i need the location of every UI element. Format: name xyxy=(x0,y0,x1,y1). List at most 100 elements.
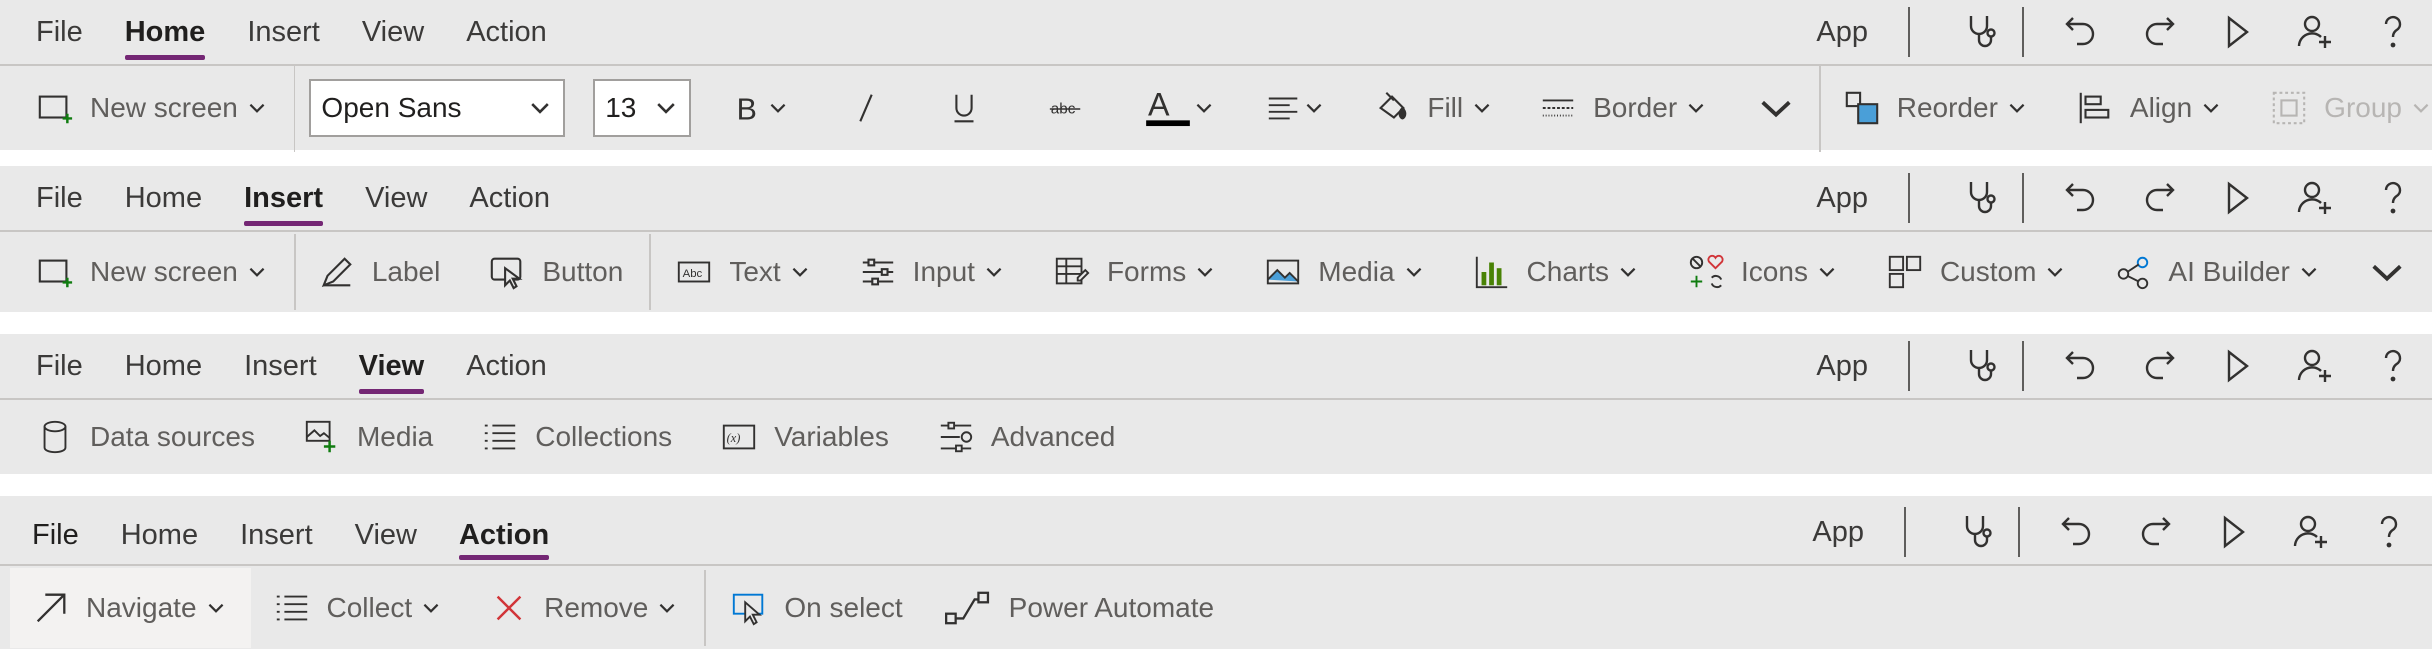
tab-action[interactable]: Action xyxy=(466,334,547,398)
insert-label-button[interactable]: Label xyxy=(318,240,440,304)
font-family-select[interactable]: Open Sans xyxy=(309,79,566,137)
app-button[interactable]: App xyxy=(1816,166,1898,230)
bold-button[interactable]: B xyxy=(729,76,789,140)
redo-button[interactable] xyxy=(2116,500,2194,564)
insert-charts-button[interactable]: Charts xyxy=(1473,240,1639,304)
insert-media-button[interactable]: Media xyxy=(1264,240,1424,304)
new-screen-button[interactable]: New screen xyxy=(0,76,294,140)
align-button[interactable]: Align xyxy=(2076,76,2222,140)
tab-home[interactable]: Home xyxy=(125,166,202,230)
help-icon xyxy=(2384,349,2402,382)
stethoscope-icon xyxy=(1969,16,1996,48)
tab-insert[interactable]: Insert xyxy=(244,334,317,398)
preview-button[interactable] xyxy=(2194,500,2272,564)
toolbar-separator xyxy=(1908,341,1910,391)
app-button[interactable]: App xyxy=(1812,500,1894,564)
paint-bucket-icon xyxy=(1379,92,1407,120)
insert-ai-builder-button[interactable]: AI Builder xyxy=(2114,240,2319,304)
variables-button[interactable]: (x) Variables xyxy=(720,405,889,469)
share-button[interactable] xyxy=(2276,334,2354,398)
collections-button[interactable]: Collections xyxy=(481,405,672,469)
tab-home[interactable]: Home xyxy=(125,334,202,398)
undo-button[interactable] xyxy=(2042,166,2120,230)
tab-view[interactable]: View xyxy=(365,166,427,230)
app-checker-button[interactable] xyxy=(1944,166,2022,230)
insert-icons-button[interactable]: Icons xyxy=(1687,240,1838,304)
tab-view[interactable]: View xyxy=(362,0,424,64)
insert-input-button[interactable]: Input xyxy=(859,240,1005,304)
tab-insert[interactable]: Insert xyxy=(244,166,323,230)
undo-button[interactable] xyxy=(2042,0,2120,64)
tab-file[interactable]: File xyxy=(36,334,83,398)
font-size-select[interactable]: 13 xyxy=(593,79,692,137)
font-color-button[interactable]: A xyxy=(1145,76,1215,140)
preview-button[interactable] xyxy=(2198,334,2276,398)
button-pointer-icon xyxy=(491,257,523,290)
help-button[interactable] xyxy=(2354,334,2432,398)
app-button[interactable]: App xyxy=(1816,334,1898,398)
navigate-label: Navigate xyxy=(86,591,197,623)
tab-file[interactable]: File xyxy=(32,496,79,564)
tab-action[interactable]: Action xyxy=(466,0,547,64)
app-checker-button[interactable] xyxy=(1944,334,2022,398)
more-commands-button[interactable] xyxy=(1757,76,1795,140)
italic-button[interactable] xyxy=(847,76,901,140)
redo-button[interactable] xyxy=(2120,0,2198,64)
app-checker-button[interactable] xyxy=(1940,500,2018,564)
remove-button[interactable]: Remove xyxy=(490,576,678,640)
redo-button[interactable] xyxy=(2120,166,2198,230)
view-media-button[interactable]: Media xyxy=(303,405,433,469)
tab-home[interactable]: Home xyxy=(121,496,198,564)
fill-button[interactable]: Fill xyxy=(1373,76,1493,140)
group-button[interactable]: Group xyxy=(2270,76,2432,140)
home-right-toolbar: App xyxy=(1816,0,2432,64)
align-left-icon xyxy=(1269,97,1298,120)
align-label: Align xyxy=(2129,92,2193,123)
share-button[interactable] xyxy=(2272,500,2350,564)
tab-action[interactable]: Action xyxy=(469,166,550,230)
insert-text-button[interactable]: Abc Text xyxy=(675,240,810,304)
toolbar-separator xyxy=(1904,507,1906,557)
share-button[interactable] xyxy=(2276,166,2354,230)
more-commands-button[interactable] xyxy=(2368,240,2406,304)
insert-custom-button[interactable]: Custom xyxy=(1886,240,2066,304)
help-button[interactable] xyxy=(2354,0,2432,64)
underline-button[interactable] xyxy=(945,76,999,140)
tab-file[interactable]: File xyxy=(36,166,83,230)
advanced-button[interactable]: Advanced xyxy=(937,405,1115,469)
data-sources-button[interactable]: Data sources xyxy=(0,405,255,469)
undo-button[interactable] xyxy=(2042,334,2120,398)
advanced-settings-icon xyxy=(940,421,972,453)
on-select-button[interactable]: On select xyxy=(730,576,903,640)
undo-button[interactable] xyxy=(2038,500,2116,564)
navigate-button[interactable]: Navigate xyxy=(10,567,251,648)
list-icon xyxy=(276,595,307,620)
tab-insert[interactable]: Insert xyxy=(240,496,313,564)
collect-button[interactable]: Collect xyxy=(273,576,443,640)
text-align-button[interactable] xyxy=(1265,76,1325,140)
add-user-icon xyxy=(2297,349,2331,382)
app-button[interactable]: App xyxy=(1816,0,1898,64)
icons-gallery-icon xyxy=(1689,254,1724,288)
reorder-button[interactable]: Reorder xyxy=(1843,76,2028,140)
redo-button[interactable] xyxy=(2120,334,2198,398)
power-automate-button[interactable]: Power Automate xyxy=(943,576,1214,640)
preview-button[interactable] xyxy=(2198,0,2276,64)
help-button[interactable] xyxy=(2354,166,2432,230)
border-button[interactable]: Border xyxy=(1539,76,1707,140)
tab-insert[interactable]: Insert xyxy=(247,0,320,64)
insert-button-button[interactable]: Button xyxy=(488,240,623,304)
tab-action[interactable]: Action xyxy=(458,496,550,564)
new-screen-button[interactable]: New screen xyxy=(0,240,294,304)
insert-charts-label: Charts xyxy=(1526,256,1610,287)
tab-view[interactable]: View xyxy=(358,334,424,398)
tab-file[interactable]: File xyxy=(36,0,83,64)
tab-view[interactable]: View xyxy=(355,496,417,564)
preview-button[interactable] xyxy=(2198,166,2276,230)
help-button[interactable] xyxy=(2350,500,2428,564)
insert-forms-button[interactable]: Forms xyxy=(1053,240,1216,304)
strikethrough-button[interactable]: abc xyxy=(1047,76,1101,140)
share-button[interactable] xyxy=(2276,0,2354,64)
app-checker-button[interactable] xyxy=(1944,0,2022,64)
tab-home[interactable]: Home xyxy=(124,0,205,64)
